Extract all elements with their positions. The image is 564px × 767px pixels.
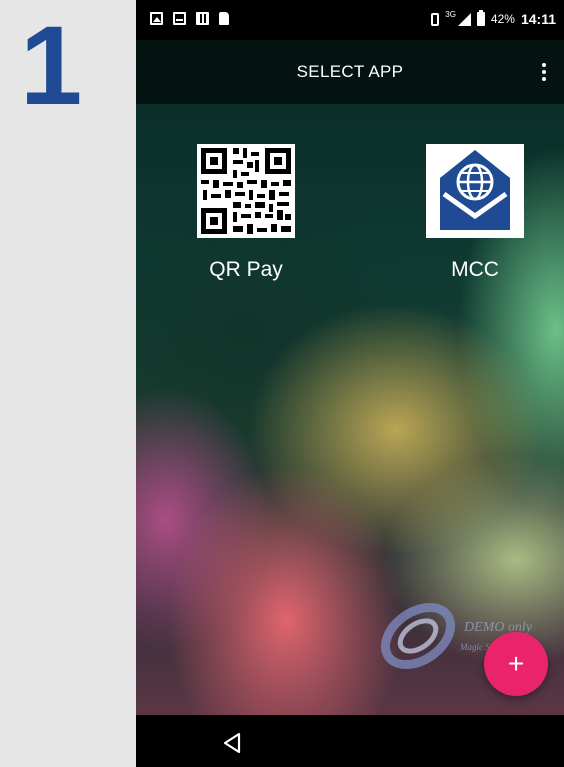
watermark-logo-icon (380, 602, 456, 670)
battery-percent: 42% (490, 12, 515, 26)
back-button[interactable] (220, 731, 244, 755)
app-tile-qr-pay[interactable]: QR Pay (176, 144, 316, 282)
sim-card-icon (219, 12, 229, 25)
more-vertical-icon[interactable] (532, 54, 556, 90)
page-title: SELECT APP (296, 62, 404, 81)
battery-icon (476, 10, 485, 26)
system-status: 3G 42% 14:11 (431, 9, 556, 27)
app-tile-mcc[interactable]: MCC (405, 144, 545, 282)
clock: 14:11 (520, 11, 556, 27)
navigation-bar (136, 715, 564, 767)
status-bar: 3G 42% 14:11 (136, 0, 564, 40)
menu-dot (542, 70, 546, 74)
app-label: QR Pay (209, 258, 283, 281)
add-button[interactable]: + (484, 632, 548, 696)
vibrate-icon (431, 12, 440, 26)
globe-envelope-icon (426, 144, 524, 238)
step-number: 1 (20, 3, 83, 128)
notification-icons (150, 12, 229, 25)
menu-dot (542, 77, 546, 81)
back-triangle-icon (223, 732, 241, 754)
inbox-icon (173, 12, 186, 25)
menu-dot (542, 63, 546, 67)
app-bar: SELECT APP (136, 40, 564, 104)
qr-code-icon (197, 144, 295, 238)
signal-icon (457, 12, 471, 26)
app-label: MCC (451, 258, 499, 281)
network-type: 3G (445, 9, 456, 19)
phone-screen: 3G 42% 14:11 SELECT APP QR Pay MCC DEMO … (136, 0, 564, 767)
image-icon (150, 12, 163, 25)
calculator-icon (196, 12, 209, 25)
